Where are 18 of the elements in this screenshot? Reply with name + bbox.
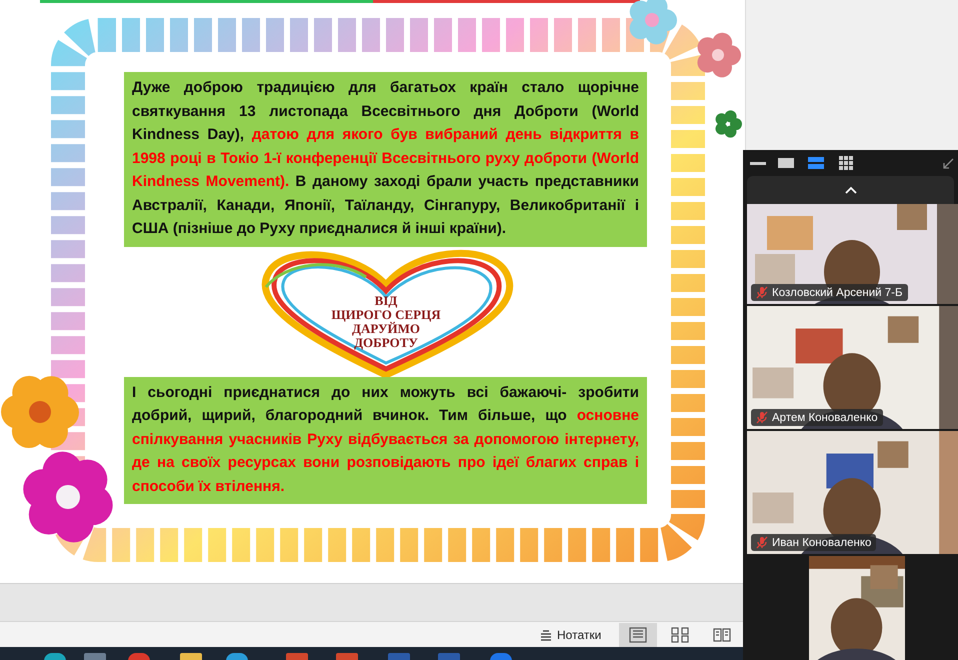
view-icon [712,626,732,642]
grid-icon [836,155,856,171]
heart-caption: ВІД ЩИРОГО СЕРЦЯ ДАРУЙМО ДОБРОТУ [330,292,440,350]
notes-button[interactable]: Нотатки [534,626,608,644]
view-icon [670,626,690,642]
layout-icon [776,155,796,171]
layout-icon [806,155,826,171]
minimize-icon [750,162,766,164]
participant-label: Козловский Арсений 7-Б [751,284,908,301]
participant-label: Артем Коноваленко [751,409,883,426]
view-button[interactable] [619,622,658,646]
exit-fullscreen-icon[interactable] [942,158,954,170]
chevron-up-icon[interactable] [844,185,858,195]
notes-icon [540,628,552,640]
slide-paragraph: І сьогодні приєднатися до них можуть всі бажаючі- зробити добрий, щирий, благородний вчинок. Тим більше, що основне спілкування учасників Руху відбувається за допомогою інтернету, де на своїх ресурсах вони розповідають про ідеї благих справ і способи їх втілення. [124,376,647,504]
slide-paragraph: Дуже доброю традицією для багатьох країн стало щорічне святкування 13 листопада Всесвітнього дня Доброти (World Kindness Day), датою для якого був вибраний день відкриття в 1998 році в Токіо 1-ї конференції Всесвітнього руху доброти (World Kindness Movement). В даному заході брали участь представники Австралії, Канади, Японії, Таїланду, Сінгапуру, Великобританії і США (пізніше до Руху приєдналися й інші країни). [124,72,647,246]
view-icon [628,626,648,642]
participant-label: Иван Коноваленко [751,534,876,551]
